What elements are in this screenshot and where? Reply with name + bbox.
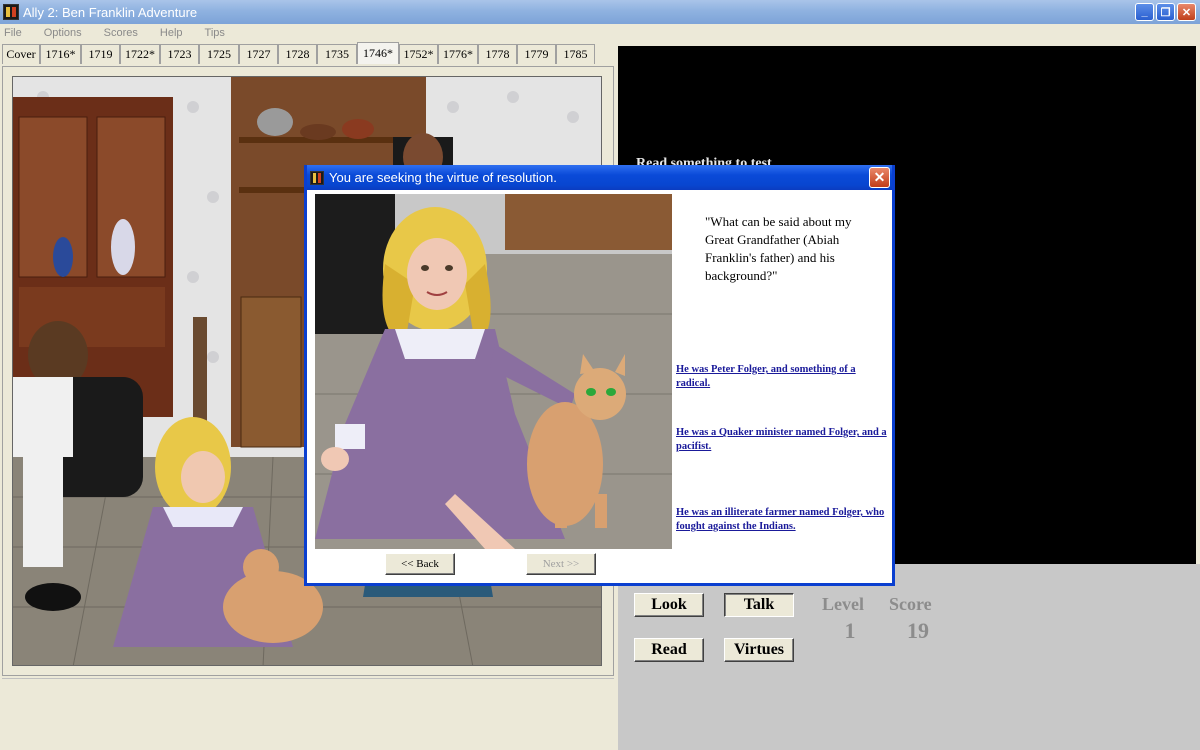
girl-and-cat-illustration [315,194,672,549]
window-title-bar: Ally 2: Ben Franklin Adventure _ ❐ ✕ [0,0,1200,24]
tab-1776[interactable]: 1776* [438,44,478,64]
control-panel [618,564,1200,750]
question-text: "What can be said about my Great Grandfa… [705,214,852,283]
tab-1727[interactable]: 1727 [239,44,278,64]
year-tabs: Cover 1716* 1719 1722* 1723 1725 1727 17… [2,42,595,65]
tab-cover[interactable]: Cover [2,44,40,64]
character-portrait [315,194,672,549]
answer-option-3[interactable]: He was an illiterate farmer named Folger… [676,506,891,534]
back-button[interactable]: << Back [385,553,455,575]
tab-1719[interactable]: 1719 [81,44,120,64]
dialog-app-icon [310,170,324,185]
close-button[interactable]: ✕ [1177,3,1196,21]
menu-help[interactable]: Help [160,27,183,39]
dialog-title-bar: You are seeking the virtue of resolution… [307,165,892,190]
tab-1728[interactable]: 1728 [278,44,317,64]
dialog-body: "What can be said about my Great Grandfa… [307,190,892,583]
dialog-title: You are seeking the virtue of resolution… [329,170,557,185]
tab-1778[interactable]: 1778 [478,44,517,64]
score-label: Score [889,594,932,614]
menu-file[interactable]: File [4,27,22,39]
answer-option-1[interactable]: He was Peter Folger, and something of a … [676,363,891,391]
score-value: 19 [907,618,929,643]
menu-options[interactable]: Options [44,27,82,39]
tab-1785[interactable]: 1785 [556,44,595,64]
answer-option-2[interactable]: He was a Quaker minister named Folger, a… [676,426,891,454]
menu-scores[interactable]: Scores [104,27,138,39]
read-button[interactable]: Read [634,638,704,662]
window-title: Ally 2: Ben Franklin Adventure [23,4,198,20]
app-icon [3,4,19,20]
look-button[interactable]: Look [634,593,704,617]
dialog-close-button[interactable]: ✕ [869,167,890,188]
level-value: 1 [844,618,856,643]
level-label: Level [822,594,864,614]
tab-1735[interactable]: 1735 [317,44,357,64]
tab-1723[interactable]: 1723 [160,44,199,64]
tab-1746[interactable]: 1746* [357,42,399,64]
menu-bar: File Options Scores Help Tips [0,24,1200,42]
menu-tips[interactable]: Tips [205,27,225,39]
tab-1752[interactable]: 1752* [399,44,438,64]
tab-1779[interactable]: 1779 [517,44,556,64]
conversation-dialog: You are seeking the virtue of resolution… [304,165,895,586]
tab-1722[interactable]: 1722* [120,44,160,64]
tab-1725[interactable]: 1725 [199,44,239,64]
restore-button[interactable]: ❐ [1156,3,1175,21]
talk-button[interactable]: Talk [724,593,794,617]
left-footer [2,678,614,750]
tab-1716[interactable]: 1716* [40,44,81,64]
next-button[interactable]: Next >> [526,553,596,575]
minimize-button[interactable]: _ [1135,3,1154,21]
virtues-button[interactable]: Virtues [724,638,794,662]
